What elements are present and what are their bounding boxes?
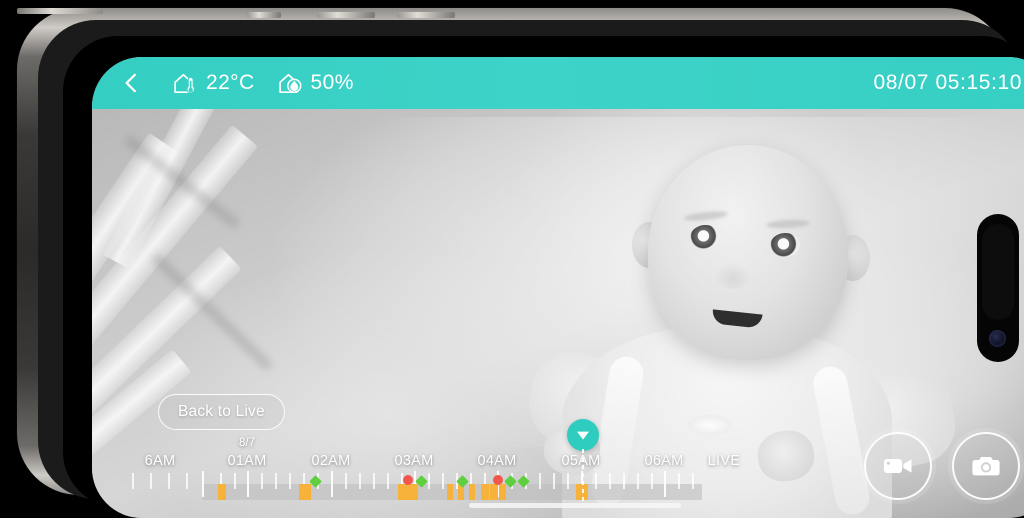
recording-timestamp: 08/07 05:15:10 (873, 71, 1022, 94)
timeline-event-bar[interactable] (447, 484, 453, 500)
onesie-bow (688, 415, 732, 435)
timeline-minor-tick (186, 473, 188, 489)
timeline-labels: 8/7 6AM 01AM 02AM 03AM 04AM 05AM 06AM LIVE (92, 437, 1024, 501)
timeline-event-bar[interactable] (481, 484, 489, 500)
timeline-minor-tick (678, 473, 680, 489)
timeline-major-tick (331, 471, 334, 497)
timeline-minor-tick (275, 473, 277, 489)
timeline-minor-tick (692, 473, 694, 489)
timeline-hour-label: 6AM (144, 453, 176, 469)
timeline-event-bar[interactable] (490, 484, 498, 500)
playhead-triangle-icon (577, 431, 589, 440)
volume-up-button[interactable] (317, 12, 375, 18)
timeline-minor-tick (359, 473, 361, 489)
timeline-event-bar[interactable] (469, 484, 475, 500)
baby-head (648, 145, 848, 360)
timeline-minor-tick (553, 473, 555, 489)
playback-timeline[interactable]: 8/7 6AM 01AM 02AM 03AM 04AM 05AM 06AM LIVE (92, 437, 1024, 501)
playhead-line (582, 449, 584, 504)
front-camera-lens (989, 330, 1006, 347)
timeline-event-bar[interactable] (499, 484, 506, 500)
timeline-minor-tick (637, 473, 639, 489)
power-button[interactable] (17, 8, 103, 14)
timeline-event-bar[interactable] (398, 484, 418, 500)
dynamic-island-inner (982, 224, 1014, 320)
timeline-minor-tick (623, 473, 625, 489)
back-to-live-button[interactable]: Back to Live (158, 394, 285, 430)
timeline-minor-tick (345, 473, 347, 489)
timeline-minor-tick (609, 473, 611, 489)
phone-frame: 22°C 50% 08/07 05:15:10 Back to Live 8/7… (17, 8, 1024, 518)
timeline-major-tick (202, 471, 205, 497)
timeline-minor-tick (539, 473, 541, 489)
chevron-left-icon[interactable] (118, 70, 144, 96)
timeline-hour-label: 04AM (477, 453, 517, 469)
phone-bezel: 22°C 50% 08/07 05:15:10 Back to Live 8/7… (38, 20, 1024, 518)
baby-nose (714, 263, 752, 289)
screenshot-stage: 22°C 50% 08/07 05:15:10 Back to Live 8/7… (0, 0, 1024, 518)
timeline-major-tick (664, 471, 667, 497)
timeline-event-bar[interactable] (218, 484, 226, 500)
timeline-minor-tick (132, 473, 134, 489)
timeline-minor-tick (261, 473, 263, 489)
timeline-hour-label: 05AM (561, 453, 601, 469)
temperature-value: 22°C (206, 71, 255, 94)
timeline-minor-tick (234, 473, 236, 489)
timeline-hour-label: 02AM (311, 453, 351, 469)
phone-screen: 22°C 50% 08/07 05:15:10 Back to Live 8/7… (92, 57, 1024, 518)
timeline-minor-tick (168, 473, 170, 489)
timeline-hour-label: 03AM (394, 453, 434, 469)
timeline-sound-event-marker[interactable] (493, 475, 503, 485)
timeline-minor-tick (595, 473, 597, 489)
timeline-sound-event-marker[interactable] (403, 475, 413, 485)
timeline-minor-tick (373, 473, 375, 489)
timeline-hour-label: 06AM (644, 453, 684, 469)
house-thermometer-icon (174, 73, 195, 93)
humidity-value: 50% (310, 71, 354, 94)
house-humidity-icon (278, 73, 301, 93)
timeline-hour-label: 01AM (227, 453, 267, 469)
phone-inner-bezel: 22°C 50% 08/07 05:15:10 Back to Live 8/7… (63, 36, 1024, 518)
home-indicator[interactable] (469, 503, 681, 508)
app-header: 22°C 50% 08/07 05:15:10 (92, 57, 1024, 109)
timeline-minor-tick (567, 473, 569, 489)
action-button[interactable] (247, 12, 281, 18)
dynamic-island (977, 214, 1019, 362)
timeline-live-label: LIVE (707, 453, 741, 469)
timeline-minor-tick (651, 473, 653, 489)
timeline-date-marker: 8/7 (239, 437, 255, 449)
timeline-major-tick (247, 471, 250, 497)
timeline-minor-tick (150, 473, 152, 489)
timeline-event-bar[interactable] (299, 484, 311, 500)
timeline-minor-tick (387, 473, 389, 489)
timeline-minor-tick (442, 473, 444, 489)
playhead-handle[interactable] (567, 419, 599, 451)
timeline-minor-tick (289, 473, 291, 489)
humidity-readout: 50% (277, 70, 354, 97)
timeline-minor-tick (428, 473, 430, 489)
temperature-readout: 22°C (172, 70, 255, 97)
volume-down-button[interactable] (397, 12, 455, 18)
